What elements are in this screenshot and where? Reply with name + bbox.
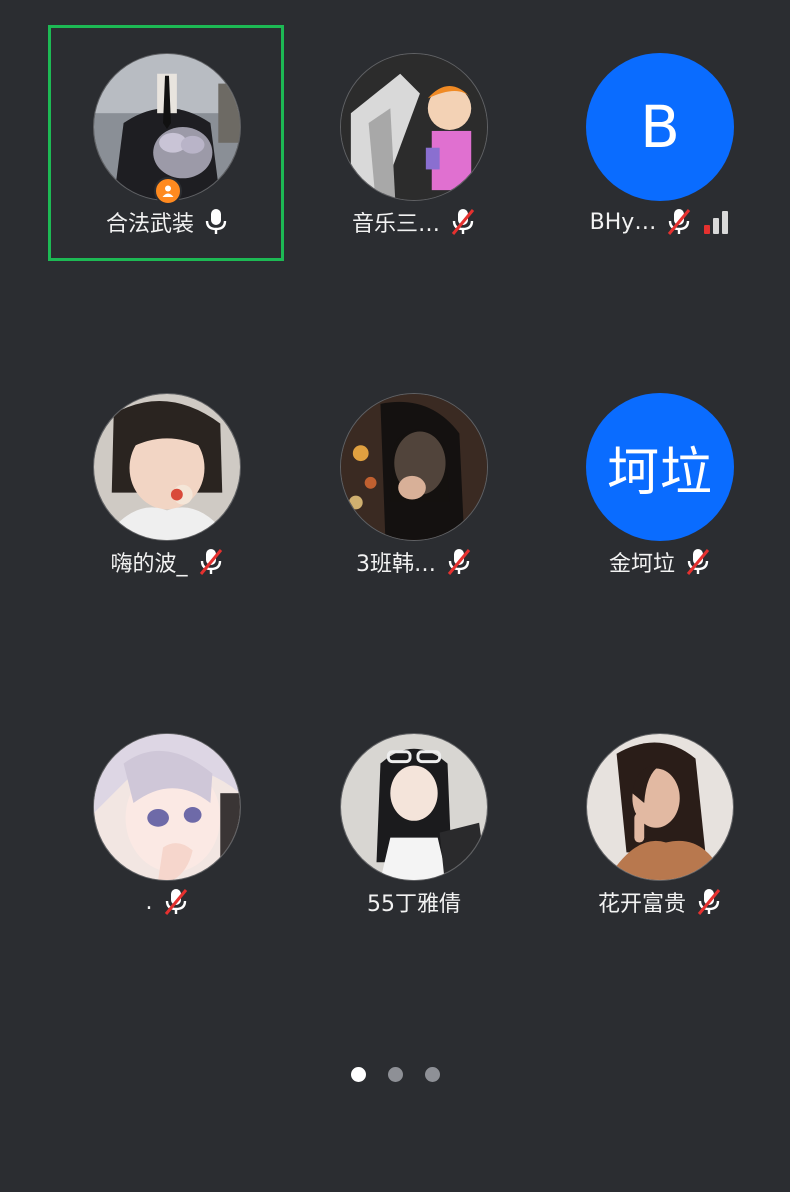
participant-name-row: 合法武装 [48, 205, 286, 239]
page-dot-2[interactable] [387, 1067, 403, 1082]
participant-name: 花开富贵 [597, 892, 686, 917]
participant-name-row: 3班韩… [295, 545, 533, 579]
participant-name-row: 金坷垃 [541, 545, 779, 579]
page-dot-3[interactable] [424, 1067, 440, 1082]
participant-name: 嗨的波_ [110, 552, 188, 577]
participant-tile-5[interactable]: 3班韩… [295, 365, 541, 605]
participant-name: 55丁雅倩 [367, 892, 461, 917]
participant-name-row: 花开富贵 [541, 885, 779, 919]
avatar-letter: B [586, 53, 734, 201]
participant-name-row: 嗨的波_ [48, 545, 286, 579]
avatar-initial: B [640, 93, 680, 161]
microphone-muted-icon [446, 548, 472, 576]
participant-tile-4[interactable]: 嗨的波_ [48, 365, 294, 605]
avatar-letter: 坷垃 [586, 393, 734, 541]
participant-name-row: 55丁雅倩 [295, 885, 533, 919]
microphone-muted-icon [696, 888, 722, 916]
page-indicator[interactable] [0, 1067, 790, 1082]
participant-tile-7[interactable]: . [48, 705, 294, 945]
participant-name: 金坷垃 [608, 552, 675, 577]
participant-name-row: 音乐三… [295, 205, 533, 239]
participant-name: . [145, 889, 153, 915]
participant-name: 合法武装 [105, 212, 194, 237]
microphone-muted-icon [198, 548, 224, 576]
participant-name-row: BHy… [541, 205, 779, 239]
avatar-initial: 坷垃 [606, 442, 713, 503]
avatar-photo [586, 733, 734, 881]
microphone-muted-icon [450, 208, 476, 236]
weak-signal-icon [702, 210, 730, 234]
participant-name: 3班韩… [356, 552, 436, 577]
microphone-muted-icon [666, 208, 692, 236]
host-badge-icon [154, 177, 182, 205]
participant-tile-2[interactable]: 音乐三… [295, 25, 541, 265]
participant-tile-8[interactable]: 55丁雅倩 [295, 705, 541, 945]
avatar-photo [340, 393, 488, 541]
microphone-muted-icon [685, 548, 711, 576]
avatar-photo [340, 53, 488, 201]
page-dot-1[interactable] [350, 1067, 366, 1082]
avatar-photo [93, 53, 241, 201]
microphone-icon [204, 208, 228, 236]
participant-tile-6[interactable]: 坷垃 金坷垃 [541, 365, 787, 605]
microphone-muted-icon [163, 888, 189, 916]
participant-name-row: . [48, 885, 286, 919]
participant-tile-1[interactable]: 合法武装 [48, 25, 294, 265]
avatar-photo [340, 733, 488, 881]
participant-tile-9[interactable]: 花开富贵 [541, 705, 787, 945]
avatar-photo [93, 393, 241, 541]
avatar-photo [93, 733, 241, 881]
participant-name: BHy… [589, 209, 657, 235]
participant-name: 音乐三… [351, 212, 440, 237]
participant-tile-3[interactable]: B BHy… [541, 25, 787, 265]
